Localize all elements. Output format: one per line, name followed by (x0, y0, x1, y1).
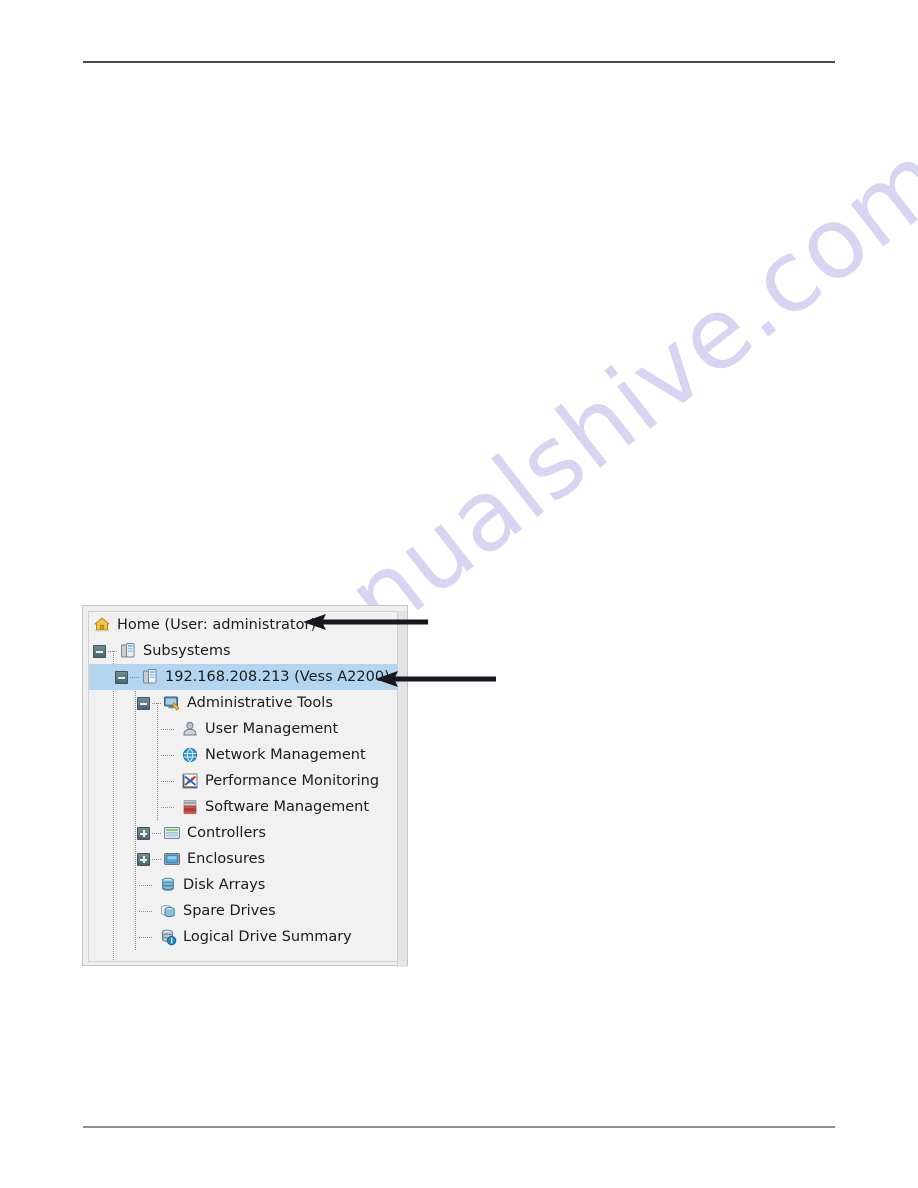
page-header-rule (83, 61, 835, 63)
tree-item-label: Administrative Tools (187, 694, 333, 711)
performance-monitoring-icon (181, 772, 199, 790)
tree-item-label: Subsystems (143, 642, 231, 659)
tree-item-spare-drives[interactable]: Spare Drives (89, 898, 397, 924)
tree-item-label: Disk Arrays (183, 876, 266, 893)
tree-item-administrative-tools[interactable]: Administrative Tools (89, 690, 397, 716)
tree-connector (139, 910, 153, 912)
tree-item-controllers[interactable]: Controllers (89, 820, 397, 846)
tree-item-performance-monitoring[interactable]: Performance Monitoring (89, 768, 397, 794)
tree-item-logical-drive-summary[interactable]: Logical Drive Summary (89, 924, 397, 950)
tree-item-label: Performance Monitoring (205, 772, 380, 789)
tree-item-label: User Management (205, 720, 339, 737)
tree-item-label: Enclosures (187, 850, 266, 867)
tree-connector (152, 702, 161, 704)
administrative-tools-icon (163, 694, 181, 712)
tree-connector (161, 780, 175, 782)
tree-expand-icon[interactable] (137, 826, 150, 840)
tree-item-label: 192.168.208.213 (Vess A2200) (165, 668, 390, 685)
tree-item-software-management[interactable]: Software Management (89, 794, 397, 820)
tree-item-home[interactable]: Home (User: administrator) (89, 612, 397, 638)
tree-item-user-management[interactable]: User Management (89, 716, 397, 742)
tree-item-subsystems[interactable]: Subsystems (89, 638, 397, 664)
tree-item-enclosures[interactable]: Enclosures (89, 846, 397, 872)
tree-connector (161, 754, 175, 756)
enclosures-icon (163, 850, 181, 868)
navigation-tree: Home (User: administrator) Subsystems 192.… (89, 612, 397, 961)
tree-item-subsystem-node[interactable]: 192.168.208.213 (Vess A2200) (89, 664, 397, 690)
tree-item-label: Controllers (187, 824, 266, 841)
tree-item-label: Logical Drive Summary (183, 928, 352, 945)
home-icon (93, 616, 111, 634)
tree-collapse-icon[interactable] (115, 670, 128, 684)
controllers-icon (163, 824, 181, 842)
tree-connector (161, 728, 175, 730)
tree-collapse-icon[interactable] (93, 644, 106, 658)
network-management-icon (181, 746, 199, 764)
tree-item-label: Software Management (205, 798, 370, 815)
software-management-icon (181, 798, 199, 816)
tree-connector (139, 936, 153, 938)
tree-connector (108, 650, 117, 652)
tree-connector (161, 806, 175, 808)
logical-drive-summary-icon (159, 928, 177, 946)
page-footer-rule (83, 1126, 835, 1128)
tree-connector (139, 884, 153, 886)
user-management-icon (181, 720, 199, 738)
tree-vertical-scrollbar[interactable] (397, 611, 407, 967)
tree-expand-icon[interactable] (137, 852, 150, 866)
tree-item-network-management[interactable]: Network Management (89, 742, 397, 768)
tree-connector (152, 832, 161, 834)
tree-item-label: Network Management (205, 746, 366, 763)
subsystems-icon (119, 642, 137, 660)
tree-item-label: Spare Drives (183, 902, 276, 919)
subsystem-node-icon (141, 668, 159, 686)
tree-item-label: Home (User: administrator) (117, 616, 317, 633)
tree-connector (152, 858, 161, 860)
tree-connector (130, 676, 139, 678)
tree-collapse-icon[interactable] (137, 696, 150, 710)
navigation-tree-panel: Home (User: administrator) Subsystems 192.… (82, 605, 408, 967)
tree-item-disk-arrays[interactable]: Disk Arrays (89, 872, 397, 898)
disk-arrays-icon (159, 876, 177, 894)
spare-drives-icon (159, 902, 177, 920)
